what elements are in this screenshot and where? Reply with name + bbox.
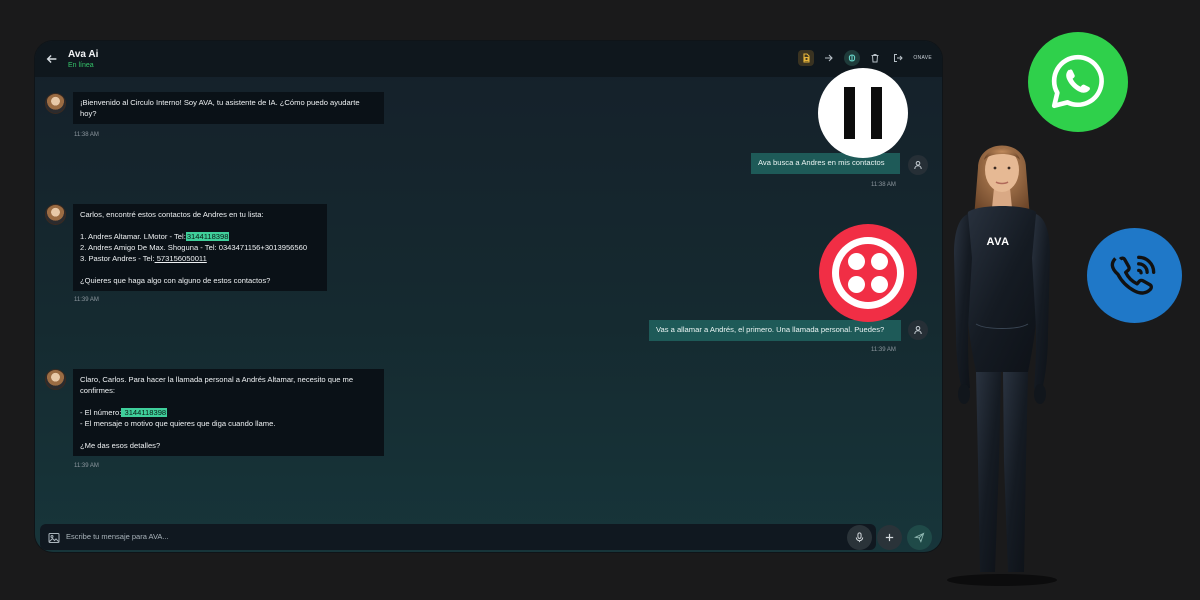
image-icon[interactable] bbox=[48, 531, 60, 543]
message-time: 11:39 AM bbox=[74, 297, 99, 303]
message-text: Vas a allamar a Andrés, el primero. Una … bbox=[656, 325, 885, 334]
message-line bbox=[80, 429, 377, 440]
contact-label: 3. Pastor Andres - Tel: bbox=[80, 254, 155, 263]
twilio-inner bbox=[839, 244, 897, 302]
message-line: Claro, Carlos. Para hacer la llamada per… bbox=[80, 375, 354, 384]
trash-icon[interactable] bbox=[867, 50, 883, 66]
ava-message-2: Carlos, encontré estos contactos de Andr… bbox=[73, 204, 327, 291]
phone-call-glyph bbox=[1110, 255, 1155, 295]
message-line: ¿Quieres que haga algo con alguno de est… bbox=[80, 276, 271, 285]
user-message-2: Vas a allamar a Andrés, el primero. Una … bbox=[649, 320, 901, 341]
phone-call-icon bbox=[1087, 228, 1182, 323]
online-status: En línea bbox=[68, 62, 94, 69]
message-time: 11:39 AM bbox=[74, 463, 99, 469]
twilio-dot bbox=[848, 253, 865, 270]
sim-card-icon[interactable] bbox=[798, 50, 815, 66]
plus-button[interactable] bbox=[877, 525, 902, 550]
ava-message-3: Claro, Carlos. Para hacer la llamada per… bbox=[73, 369, 384, 456]
message-input[interactable]: Escribe tu mensaje para AVA... bbox=[66, 532, 169, 541]
number-label: - El número: bbox=[80, 408, 122, 417]
message-time: 11:39 AM bbox=[871, 347, 896, 353]
message-line: ¡Bienvenido al Circulo Interno! Soy AVA,… bbox=[80, 98, 360, 107]
number-line: - El número: 3144118398 bbox=[80, 407, 377, 418]
message-line bbox=[80, 220, 320, 231]
arrow-right-icon[interactable] bbox=[821, 50, 837, 66]
whatsapp-glyph bbox=[1051, 54, 1104, 109]
message-input-bar[interactable]: Escribe tu mensaje para AVA... bbox=[40, 524, 876, 550]
ava-message-1: ¡Bienvenido al Circulo Interno! Soy AVA,… bbox=[73, 92, 384, 124]
message-time: 11:38 AM bbox=[74, 132, 99, 138]
pause-icon[interactable] bbox=[818, 68, 908, 158]
phone-number-highlight[interactable]: 3144118398 bbox=[121, 408, 168, 417]
contact-line: 1. Andres Altamar. LMotor - Tel:31441183… bbox=[80, 231, 320, 242]
twilio-dot bbox=[871, 276, 888, 293]
chat-title: Ava Ai bbox=[68, 49, 99, 60]
header-label: ONAVE bbox=[913, 55, 932, 61]
message-line: confirmes: bbox=[80, 386, 116, 395]
phone-number-highlight[interactable]: 3144118398 bbox=[185, 232, 230, 241]
ava-figure bbox=[947, 145, 1057, 586]
suit-brand-label: AVA bbox=[986, 236, 1010, 248]
ava-avatar bbox=[45, 204, 66, 225]
message-time: 11:38 AM bbox=[871, 182, 896, 188]
whatsapp-logo bbox=[1028, 32, 1128, 132]
message-line bbox=[80, 264, 320, 275]
message-line: Carlos, encontré estos contactos de Andr… bbox=[80, 210, 264, 219]
ava-avatar bbox=[45, 369, 66, 390]
contact-line: 3. Pastor Andres - Tel: 573156050011 bbox=[80, 253, 320, 264]
message-line: - El mensaje o motivo que quieres que di… bbox=[80, 419, 276, 428]
contact-label: 1. Andres Altamar. LMotor - Tel: bbox=[80, 232, 186, 241]
brain-icon[interactable] bbox=[844, 50, 861, 66]
phone-number-link[interactable]: 573156050011 bbox=[155, 254, 207, 263]
pause-bar bbox=[844, 87, 855, 139]
twilio-dot bbox=[848, 276, 865, 293]
contact-line: 2. Andres Amigo De Max. Shoguna - Tel: 0… bbox=[80, 243, 308, 252]
chat-window: Ava Ai En línea ONAVE ¡Bienvenido al Cir… bbox=[35, 41, 942, 552]
back-arrow-icon[interactable] bbox=[45, 52, 59, 66]
message-text: Ava busca a Andres en mis contactos bbox=[758, 158, 885, 167]
pause-bar bbox=[871, 87, 882, 139]
microphone-button[interactable] bbox=[847, 525, 872, 550]
ava-avatar bbox=[45, 93, 66, 114]
message-line: hoy? bbox=[80, 109, 97, 118]
header-actions: ONAVE bbox=[798, 50, 932, 66]
message-line bbox=[80, 396, 377, 407]
logout-icon[interactable] bbox=[890, 50, 906, 66]
chat-header: Ava Ai En línea ONAVE bbox=[35, 41, 942, 77]
twilio-logo bbox=[819, 224, 917, 322]
twilio-ring bbox=[832, 237, 904, 309]
user-message-1: Ava busca a Andres en mis contactos bbox=[751, 153, 900, 174]
message-line: ¿Me das esos detalles? bbox=[80, 441, 161, 450]
twilio-dot bbox=[871, 253, 888, 270]
